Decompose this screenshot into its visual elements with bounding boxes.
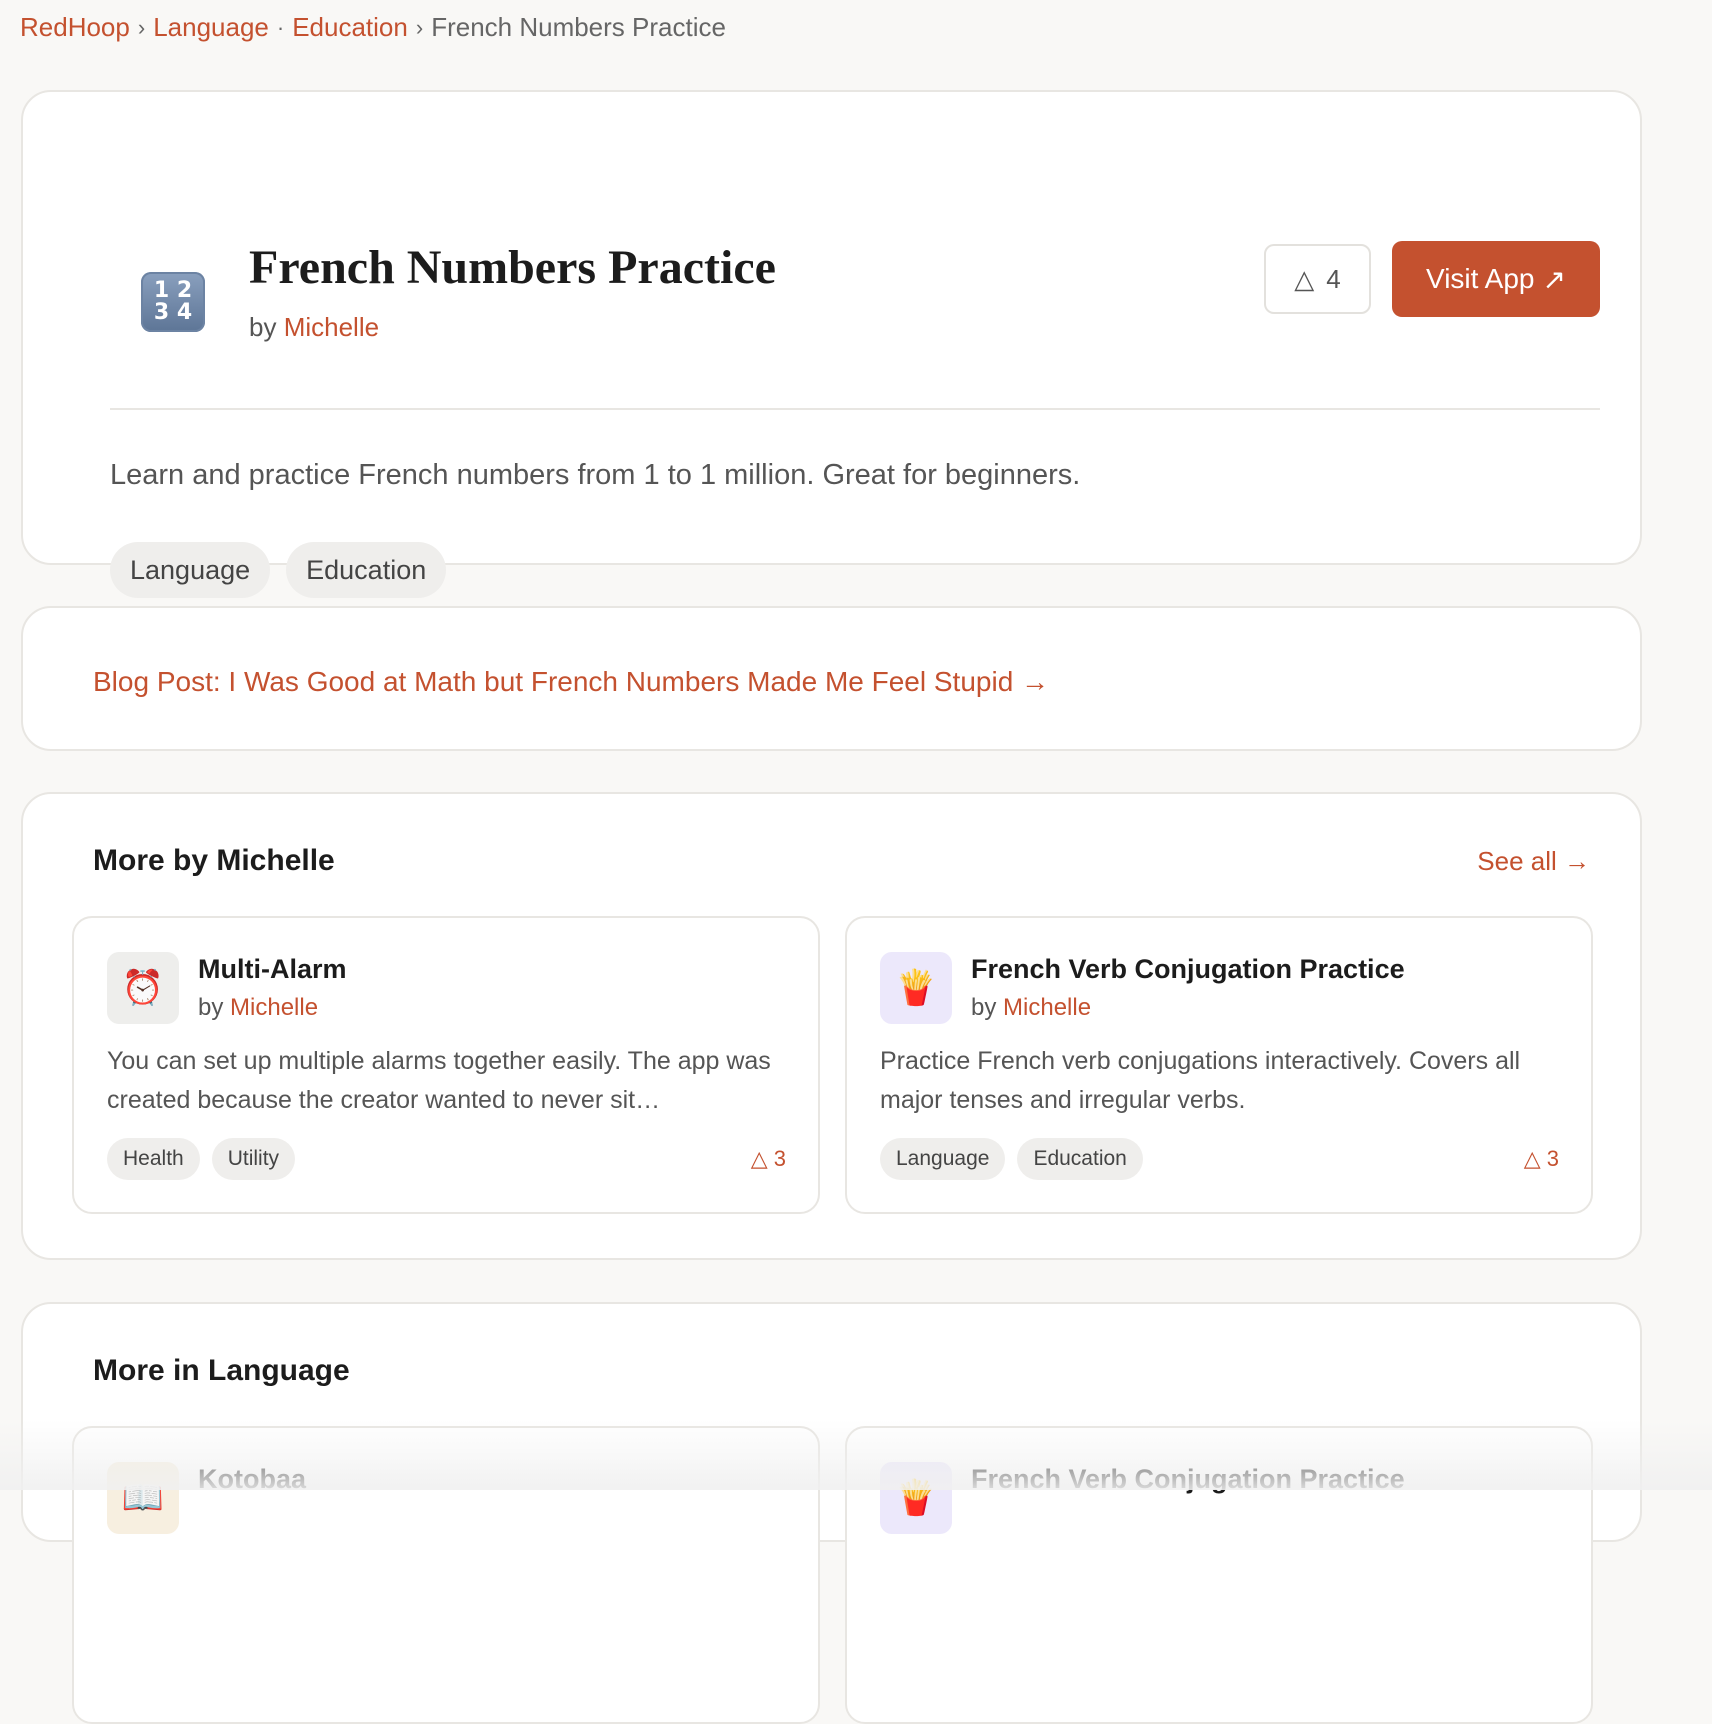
app-card-title[interactable]: French Verb Conjugation Practice <box>971 1464 1405 1495</box>
breadcrumb-current: French Numbers Practice <box>431 12 726 42</box>
page-title: French Numbers Practice <box>249 241 776 294</box>
app-card-title[interactable]: French Verb Conjugation Practice <box>971 954 1405 985</box>
app-numbers-icon: 1 2 3 4 <box>141 272 205 332</box>
alarm-clock-icon: ⏰ <box>107 952 179 1024</box>
author-link[interactable]: Michelle <box>284 312 379 342</box>
app-description: Learn and practice French numbers from 1… <box>110 459 1081 491</box>
app-card-multi-alarm[interactable]: ⏰ Multi-Alarm by Michelle You can set up… <box>72 916 820 1214</box>
tag-language[interactable]: Language <box>110 542 271 598</box>
app-card-tags: Health Utility <box>107 1138 296 1180</box>
blog-post-link[interactable]: Blog Post: I Was Good at Math but French… <box>93 666 1049 698</box>
breadcrumb-chevron-icon: › <box>137 14 146 40</box>
app-card-title[interactable]: Kotobaa <box>198 1464 306 1495</box>
tag-utility[interactable]: Utility <box>211 1138 296 1180</box>
app-tags: Language Education <box>110 542 447 598</box>
see-all-link[interactable]: See all → <box>1477 846 1590 877</box>
upvote-count: 4 <box>1326 263 1341 294</box>
blog-post-card: Blog Post: I Was Good at Math but French… <box>21 606 1642 751</box>
book-icon: 📖 <box>107 1462 179 1534</box>
french-fries-icon: 🍟 <box>880 952 952 1024</box>
upvote-triangle-icon: △ <box>750 1146 768 1171</box>
app-card-byline: by Michelle <box>971 994 1091 1022</box>
app-card-french-verb-conjugation[interactable]: 🍟 French Verb Conjugation Practice by Mi… <box>845 916 1593 1214</box>
app-byline: by Michelle <box>249 312 379 343</box>
app-card-tags: Language Education <box>880 1138 1143 1180</box>
visit-app-label: Visit App <box>1426 263 1535 294</box>
tag-language[interactable]: Language <box>880 1138 1006 1180</box>
breadcrumb-dot-separator: · <box>276 14 285 40</box>
icon-digits-bottom: 3 4 <box>153 300 193 325</box>
upvote-triangle-icon: △ <box>1294 263 1315 294</box>
breadcrumb-category-language[interactable]: Language <box>153 12 269 43</box>
app-card-title[interactable]: Multi-Alarm <box>198 954 347 985</box>
divider <box>110 408 1600 410</box>
author-link[interactable]: Michelle <box>230 994 318 1021</box>
breadcrumb-home-link[interactable]: RedHoop <box>20 12 130 43</box>
by-label: by <box>249 312 277 342</box>
app-card-description: You can set up multiple alarms together … <box>107 1047 771 1114</box>
by-label: by <box>198 994 224 1021</box>
vote-count: 3 <box>1546 1146 1559 1171</box>
tag-education[interactable]: Education <box>1017 1138 1143 1180</box>
app-card-byline: by Michelle <box>198 994 318 1022</box>
icon-digits-top: 1 2 <box>153 278 193 303</box>
tag-education[interactable]: Education <box>286 542 447 598</box>
tag-health[interactable]: Health <box>107 1138 200 1180</box>
more-in-category-section: More in Language 📖 Kotobaa 🍟 French Verb… <box>21 1302 1642 1724</box>
app-card-french-verb-conjugation[interactable]: 🍟 French Verb Conjugation Practice <box>845 1426 1593 1724</box>
author-link[interactable]: Michelle <box>1003 994 1091 1021</box>
upvote-button[interactable]: △ 4 <box>1264 244 1371 314</box>
visit-app-button[interactable]: Visit App ↗ <box>1392 241 1600 317</box>
upvote-triangle-icon: △ <box>1523 1146 1541 1171</box>
app-hero-card: 1 2 3 4 French Numbers Practice by Miche… <box>21 90 1642 598</box>
app-card-votes[interactable]: △ 3 <box>1524 1146 1559 1172</box>
section-title-more-in-language: More in Language <box>93 1354 350 1387</box>
breadcrumb: RedHoop › Language · Education › French … <box>20 12 726 43</box>
by-label: by <box>971 994 997 1021</box>
breadcrumb-category-education[interactable]: Education <box>292 12 408 43</box>
app-card-votes[interactable]: △ 3 <box>751 1146 786 1172</box>
breadcrumb-chevron-icon: › <box>415 14 424 40</box>
french-fries-icon: 🍟 <box>880 1462 952 1534</box>
app-card-description: Practice French verb conjugations intera… <box>880 1047 1521 1114</box>
app-card-kotobaa[interactable]: 📖 Kotobaa <box>72 1426 820 1724</box>
external-arrow-icon: ↗ <box>1542 263 1566 295</box>
vote-count: 3 <box>773 1146 786 1171</box>
more-by-author-section: More by Michelle See all → ⏰ Multi-Alarm… <box>21 792 1642 1260</box>
section-title-more-by: More by Michelle <box>93 844 335 877</box>
